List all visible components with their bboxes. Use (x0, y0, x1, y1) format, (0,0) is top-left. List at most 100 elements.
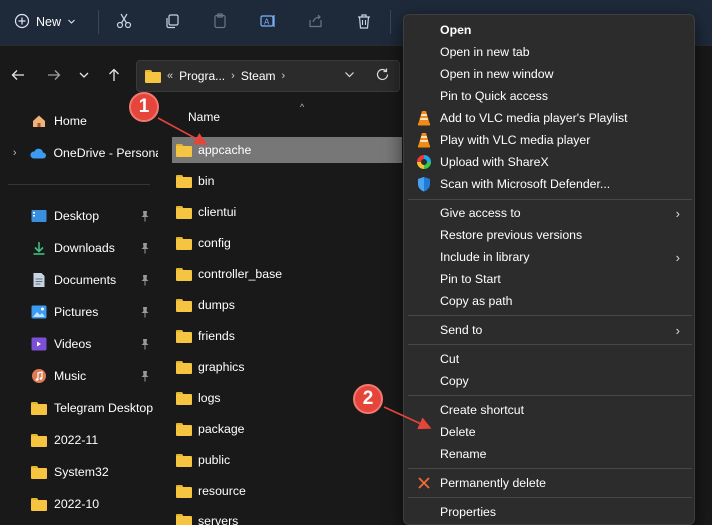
vlc-cone-icon (416, 110, 432, 126)
file-row[interactable]: dumps (172, 292, 402, 318)
folder-icon (176, 360, 192, 374)
menu-item-label: Open in new window (440, 67, 554, 81)
menu-item-pin-to-quick-access[interactable]: Pin to Quick access (408, 85, 690, 107)
refresh-icon (375, 67, 390, 85)
file-row[interactable]: bin (172, 168, 402, 194)
file-row[interactable]: package (172, 416, 402, 442)
share-icon (307, 12, 325, 33)
menu-item-copy[interactable]: Copy (408, 370, 690, 392)
sidebar-item-pictures[interactable]: Pictures (30, 298, 158, 326)
menu-divider (408, 395, 692, 396)
defender-shield-icon (416, 176, 432, 192)
toolbar-divider (390, 10, 391, 34)
address-dropdown-button[interactable] (340, 68, 358, 84)
file-name: appcache (198, 143, 252, 157)
file-row[interactable]: controller_base (172, 261, 402, 287)
menu-item-label: Include in library (440, 250, 530, 264)
menu-item-cut[interactable]: Cut (408, 348, 690, 370)
recent-locations-button[interactable] (74, 66, 94, 86)
menu-item-restore-previous-versions[interactable]: Restore previous versions (408, 224, 690, 246)
file-row[interactable]: graphics (172, 354, 402, 380)
sidebar-item-videos[interactable]: Videos (30, 330, 158, 358)
home-icon (30, 112, 48, 130)
menu-item-send-to[interactable]: Send to › (408, 319, 690, 341)
menu-item-properties[interactable]: Properties (408, 501, 690, 523)
menu-item-open-in-new-window[interactable]: Open in new window (408, 63, 690, 85)
delete-toolbar-button[interactable] (352, 10, 376, 34)
menu-item-give-access-to[interactable]: Give access to › (408, 202, 690, 224)
sidebar-item-telegram-desktop[interactable]: Telegram Desktop (30, 394, 158, 422)
up-button[interactable] (104, 66, 124, 86)
close-x-icon (416, 475, 432, 491)
file-row[interactable]: friends (172, 323, 402, 349)
menu-item-delete[interactable]: Delete (408, 421, 690, 443)
menu-item-add-to-vlc-playlist[interactable]: Add to VLC media player's Playlist (408, 107, 690, 129)
menu-item-pin-to-start[interactable]: Pin to Start (408, 268, 690, 290)
paste-icon (211, 12, 229, 33)
menu-item-label: Pin to Start (440, 272, 501, 286)
file-row-appcache[interactable]: appcache (172, 137, 402, 163)
menu-item-open-in-new-tab[interactable]: Open in new tab (408, 41, 690, 63)
menu-divider (408, 468, 692, 469)
folder-icon (30, 431, 48, 449)
download-icon (30, 239, 48, 257)
menu-item-open[interactable]: Open (408, 19, 690, 41)
sidebar-item-desktop[interactable]: Desktop (30, 202, 158, 230)
breadcrumb-item[interactable]: Steam (241, 69, 276, 83)
menu-item-rename[interactable]: Rename (408, 443, 690, 465)
new-button[interactable]: New (14, 10, 86, 34)
menu-item-label: Delete (440, 425, 476, 439)
menu-item-include-in-library[interactable]: Include in library › (408, 246, 690, 268)
menu-item-label: Copy (440, 374, 469, 388)
chevron-right-icon: › (675, 205, 680, 221)
vlc-cone-icon (416, 132, 432, 148)
sidebar-item-2022-11[interactable]: 2022-11 (30, 426, 158, 454)
forward-button[interactable] (44, 66, 64, 86)
cut-button[interactable] (112, 10, 136, 34)
file-name: resource (198, 484, 246, 498)
menu-item-permanently-delete[interactable]: Permanently delete (408, 472, 690, 494)
menu-item-label: Upload with ShareX (440, 155, 549, 169)
refresh-button[interactable] (372, 66, 392, 86)
copy-button[interactable] (160, 10, 184, 34)
menu-item-label: Open (440, 23, 472, 37)
menu-item-play-with-vlc[interactable]: Play with VLC media player (408, 129, 690, 151)
file-row[interactable]: servers (172, 509, 402, 525)
menu-item-upload-with-sharex[interactable]: Upload with ShareX (408, 151, 690, 173)
music-icon (30, 367, 48, 385)
menu-item-label: Copy as path (440, 294, 513, 308)
sidebar-item-downloads[interactable]: Downloads (30, 234, 158, 262)
rename-button[interactable]: A (256, 10, 280, 34)
breadcrumb-overflow[interactable]: « (167, 70, 173, 82)
sidebar-item-label: Downloads (54, 241, 115, 255)
file-row[interactable]: clientui (172, 199, 402, 225)
plus-circle-icon (14, 13, 30, 32)
cloud-icon (29, 144, 47, 162)
paste-button[interactable] (208, 10, 232, 34)
address-bar[interactable]: « Progra... › Steam › (136, 60, 400, 92)
column-header-name[interactable]: Name (188, 110, 220, 124)
sidebar-item-system32[interactable]: System32 (30, 458, 158, 486)
menu-item-label: Create shortcut (440, 403, 525, 417)
sidebar-item-music[interactable]: Music (30, 362, 158, 390)
file-row[interactable]: resource (172, 478, 402, 504)
menu-item-copy-as-path[interactable]: Copy as path (408, 290, 690, 312)
sidebar-item-documents[interactable]: Documents (30, 266, 158, 294)
menu-item-create-shortcut[interactable]: Create shortcut (408, 399, 690, 421)
sidebar-item-2022-10[interactable]: 2022-10 (30, 490, 158, 518)
folder-icon (30, 463, 48, 481)
share-button[interactable] (304, 10, 328, 34)
menu-item-label: Rename (440, 447, 487, 461)
menu-item-scan-with-defender[interactable]: Scan with Microsoft Defender... (408, 173, 690, 195)
file-row[interactable]: config (172, 230, 402, 256)
folder-icon (176, 143, 192, 157)
back-button[interactable] (8, 66, 28, 86)
sidebar-item-onedrive[interactable]: › OneDrive - Persona (8, 139, 158, 167)
pin-icon (140, 274, 150, 286)
chevron-down-icon (67, 15, 76, 29)
file-row[interactable]: public (172, 447, 402, 473)
sidebar-item-label: Pictures (54, 305, 99, 319)
menu-item-label: Add to VLC media player's Playlist (440, 111, 628, 125)
file-name: friends (198, 329, 235, 343)
breadcrumb-item[interactable]: Progra... (179, 69, 225, 83)
